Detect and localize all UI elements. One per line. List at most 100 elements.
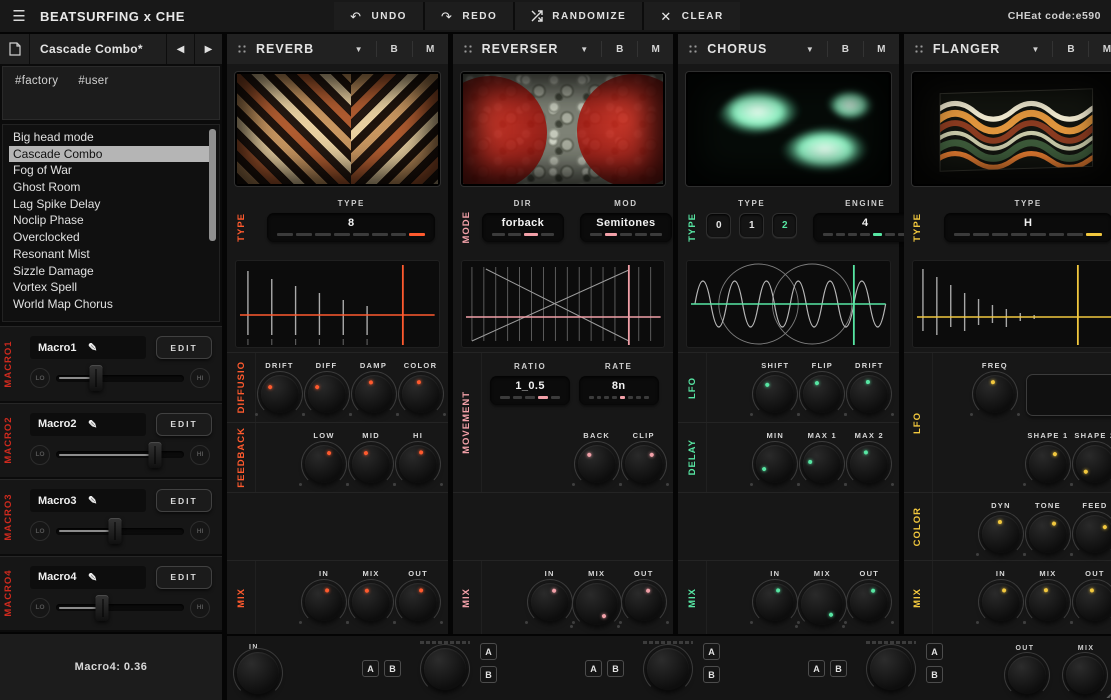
bypass-button[interactable]: B (602, 34, 637, 64)
macro2-slider-thumb[interactable] (148, 442, 161, 468)
pencil-icon[interactable]: ✎ (88, 418, 138, 431)
macro3-slider-thumb[interactable] (108, 518, 121, 544)
macro3-name-field[interactable]: Macro3✎ (30, 489, 146, 512)
min-knob[interactable] (756, 445, 794, 483)
mute-button[interactable]: M (864, 34, 899, 64)
dyn-knob[interactable] (982, 515, 1020, 553)
chorus-type-1-button[interactable]: 1 (739, 213, 764, 238)
freq-knob[interactable] (976, 375, 1014, 413)
drag-grip-icon[interactable] (688, 44, 699, 55)
preset-item[interactable]: Cascade Combo (9, 146, 209, 163)
preset-item[interactable]: Lag Spike Delay (9, 196, 209, 213)
macro2-edit-button[interactable]: EDIT (156, 413, 212, 436)
scrollbar-thumb[interactable] (209, 129, 216, 241)
bypass-button[interactable]: B (1053, 34, 1088, 64)
macro3-edit-button[interactable]: EDIT (156, 489, 212, 512)
strip-out-knob[interactable] (1008, 656, 1046, 694)
mix-knob[interactable] (1029, 583, 1067, 621)
ratio-selector[interactable]: 1_0.5 (490, 376, 570, 405)
drag-grip-icon[interactable] (237, 44, 248, 55)
dest-b-button[interactable]: B (480, 666, 497, 683)
feed-knob[interactable] (1076, 515, 1111, 553)
drag-grip-icon[interactable] (914, 44, 925, 55)
crossfade-knob[interactable] (870, 648, 912, 690)
pencil-icon[interactable]: ✎ (88, 341, 138, 354)
mod-selector[interactable]: Semitones (580, 213, 672, 242)
diff-knob[interactable] (308, 375, 346, 413)
color-knob[interactable] (402, 375, 440, 413)
clear-button[interactable]: ✕CLEAR (644, 2, 739, 30)
drift-knob[interactable] (850, 375, 888, 413)
macro4-slider-thumb[interactable] (96, 595, 109, 621)
mid-knob[interactable] (352, 445, 390, 483)
dest-a-button[interactable]: A (480, 643, 497, 660)
route-b-button[interactable]: B (830, 660, 847, 677)
drift-knob[interactable] (261, 375, 299, 413)
chorus-type-2-button[interactable]: 2 (772, 213, 797, 238)
chevron-down-icon[interactable]: ▼ (793, 45, 827, 54)
rate-selector[interactable]: 8n (579, 376, 659, 405)
macro1-name-field[interactable]: Macro1✎ (30, 336, 146, 359)
prev-preset-button[interactable]: ◀ (166, 34, 194, 64)
chevron-down-icon[interactable]: ▼ (567, 45, 601, 54)
preset-item[interactable]: Fog of War (9, 162, 209, 179)
chorus-type-0-button[interactable]: 0 (706, 213, 731, 238)
macro2-slider[interactable] (56, 451, 184, 458)
mute-button[interactable]: M (638, 34, 673, 64)
bypass-button[interactable]: B (377, 34, 412, 64)
flip-knob[interactable] (803, 375, 841, 413)
drag-grip-icon[interactable] (463, 44, 474, 55)
out-knob[interactable] (850, 583, 888, 621)
tone-knob[interactable] (1029, 515, 1067, 553)
max2-knob[interactable] (850, 445, 888, 483)
preset-item[interactable]: Overclocked (9, 229, 209, 246)
preset-item[interactable]: Vortex Spell (9, 279, 209, 296)
dest-b-button[interactable]: B (926, 666, 943, 683)
in-knob[interactable] (305, 583, 343, 621)
route-b-button[interactable]: B (607, 660, 624, 677)
tag-user[interactable]: #user (78, 75, 108, 87)
randomize-button[interactable]: RANDOMIZE (515, 2, 642, 30)
in-knob[interactable] (756, 583, 794, 621)
mute-button[interactable]: M (413, 34, 448, 64)
macro1-edit-button[interactable]: EDIT (156, 336, 212, 359)
damp-knob[interactable] (355, 375, 393, 413)
reverb-type-selector[interactable]: 8 (267, 213, 435, 242)
shape1-knob[interactable] (1029, 445, 1067, 483)
low-knob[interactable] (305, 445, 343, 483)
bypass-button[interactable]: B (828, 34, 863, 64)
preset-item[interactable]: Big head mode (9, 129, 209, 146)
macro4-edit-button[interactable]: EDIT (156, 566, 212, 589)
in-knob[interactable] (531, 583, 569, 621)
strip-in-knob[interactable] (237, 652, 279, 694)
preset-item[interactable]: Sizzle Damage (9, 263, 209, 280)
macro1-slider-thumb[interactable] (89, 365, 102, 391)
flanger-type-selector[interactable]: H (944, 213, 1111, 242)
macro1-slider[interactable] (56, 375, 184, 382)
out-knob[interactable] (1076, 583, 1111, 621)
route-a-button[interactable]: A (585, 660, 602, 677)
hamburger-menu-icon[interactable]: ☰ (6, 4, 32, 28)
out-knob[interactable] (399, 583, 437, 621)
preset-item[interactable]: World Map Chorus (9, 296, 209, 313)
hi-knob[interactable] (399, 445, 437, 483)
route-a-button[interactable]: A (808, 660, 825, 677)
dest-b-button[interactable]: B (703, 666, 720, 683)
route-b-button[interactable]: B (384, 660, 401, 677)
mix-knob[interactable] (801, 583, 843, 625)
max1-knob[interactable] (803, 445, 841, 483)
mix-knob[interactable] (576, 583, 618, 625)
preset-item[interactable]: Ghost Room (9, 179, 209, 196)
tag-factory[interactable]: #factory (15, 75, 58, 87)
dir-selector[interactable]: forback (482, 213, 564, 242)
shift-knob[interactable] (756, 375, 794, 413)
chevron-down-icon[interactable]: ▼ (342, 45, 376, 54)
pencil-icon[interactable]: ✎ (88, 571, 138, 584)
route-a-button[interactable]: A (362, 660, 379, 677)
out-knob[interactable] (625, 583, 663, 621)
in-knob[interactable] (982, 583, 1020, 621)
new-file-icon[interactable] (0, 34, 30, 64)
crossfade-knob[interactable] (424, 648, 466, 690)
back-knob[interactable] (578, 445, 616, 483)
chevron-down-icon[interactable]: ▼ (1018, 45, 1052, 54)
